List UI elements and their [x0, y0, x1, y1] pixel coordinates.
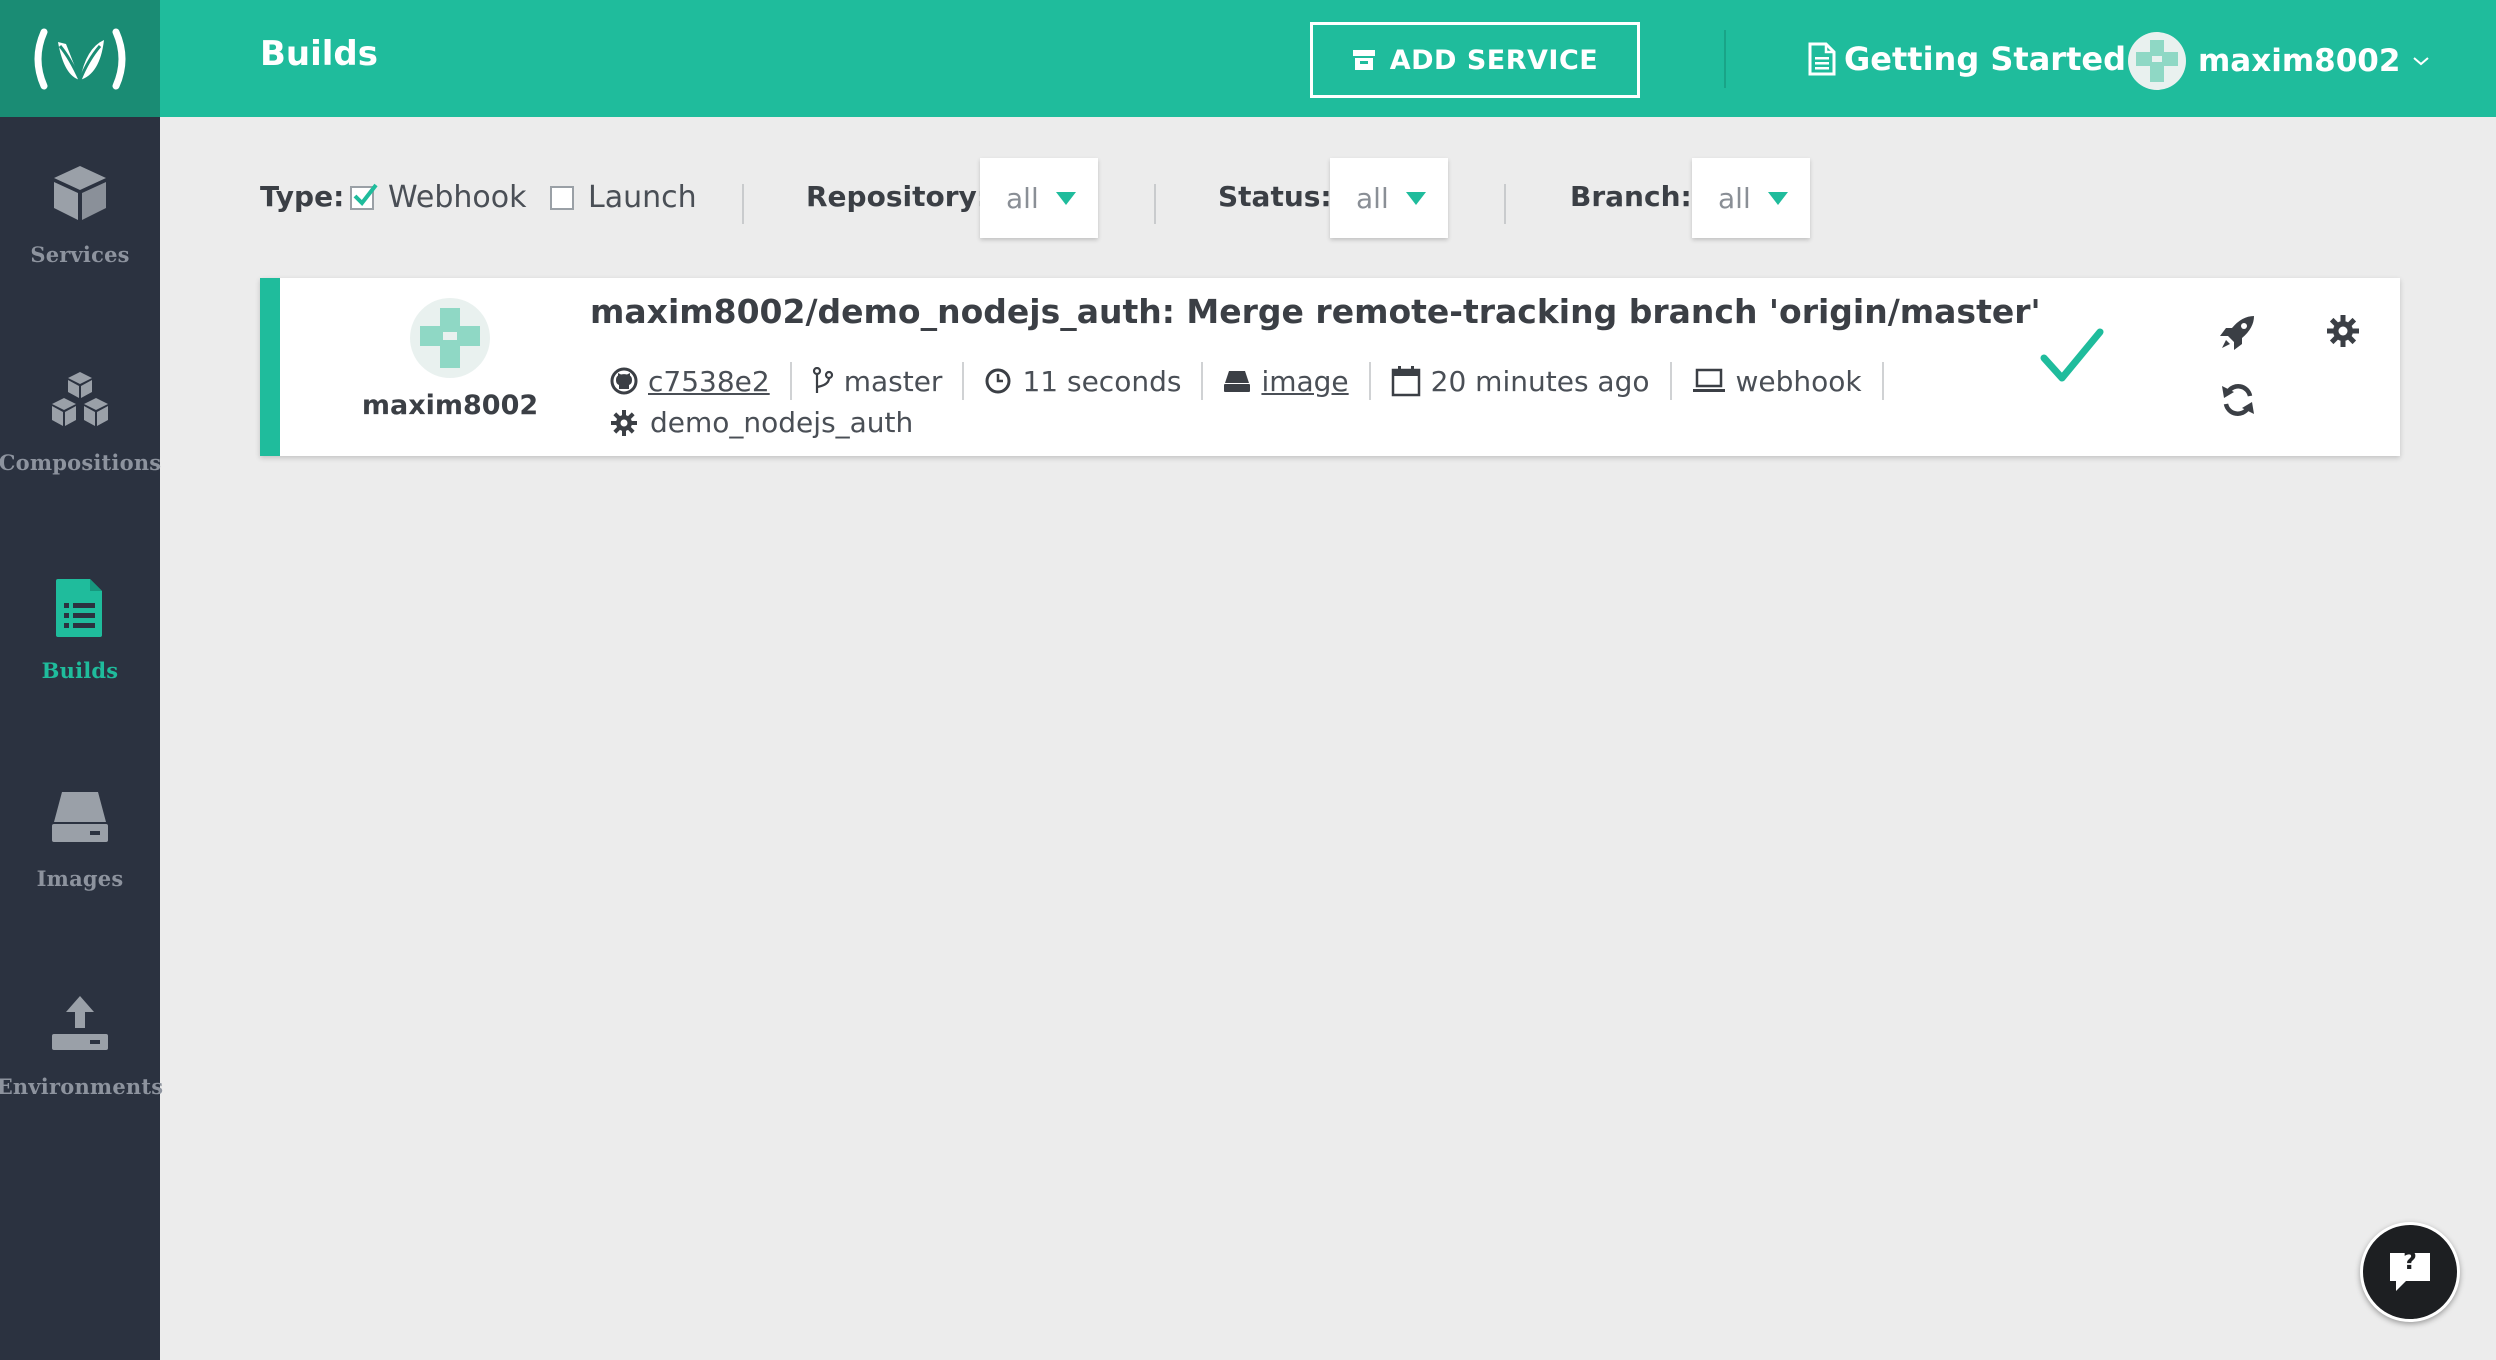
cubes-icon	[48, 368, 112, 432]
cube-icon	[48, 160, 112, 224]
branch-name: master	[843, 364, 943, 398]
caret-down-icon	[1406, 191, 1426, 205]
sidebar-item-builds[interactable]: Builds	[0, 546, 160, 716]
branch-item: master	[792, 362, 965, 400]
gear-icon[interactable]	[2326, 314, 2360, 348]
gear-icon	[611, 409, 637, 436]
add-service-button[interactable]: ADD SERVICE	[1310, 22, 1640, 98]
user-menu[interactable]: maxim8002	[2128, 32, 2430, 90]
commit-link[interactable]: c7538e2	[648, 365, 770, 398]
webhook-checkbox[interactable]: Webhook	[350, 180, 527, 215]
sidebar-item-services[interactable]: Services	[0, 130, 160, 300]
duration-item: 11 seconds	[964, 362, 1204, 400]
repository-select-value: all	[1006, 181, 1039, 215]
build-user: maxim8002	[361, 390, 539, 421]
chevron-down-icon	[2413, 57, 2430, 66]
image-link[interactable]: image	[1261, 365, 1348, 398]
upload-icon	[48, 992, 112, 1056]
caret-down-icon	[1768, 191, 1788, 205]
avatar	[2128, 32, 2186, 90]
add-service-label: ADD SERVICE	[1389, 44, 1599, 76]
sidebar-item-label: Services	[30, 242, 130, 267]
filter-divider	[1154, 184, 1156, 224]
codefresh-logo-icon	[34, 28, 126, 89]
build-trigger: webhook	[1735, 364, 1862, 398]
calendar-icon	[1391, 366, 1420, 397]
username: maxim8002	[2198, 43, 2401, 79]
getting-started-label: Getting Started	[1844, 40, 2126, 78]
page-title: Builds	[260, 34, 379, 74]
branch-select[interactable]: all	[1692, 158, 1810, 238]
caret-down-icon	[1056, 191, 1076, 205]
time-item: 20 minutes ago	[1371, 362, 1672, 400]
build-time-ago: 20 minutes ago	[1430, 364, 1650, 398]
build-duration: 11 seconds	[1022, 364, 1182, 398]
commit-item[interactable]: c7538e2	[610, 362, 792, 400]
repository-select[interactable]: all	[980, 158, 1098, 238]
checkbox-box	[550, 185, 574, 210]
checkmark-icon	[353, 183, 378, 206]
service-name: demo_nodejs_auth	[650, 406, 914, 439]
sidebar-item-label: Environments	[0, 1074, 164, 1099]
sidebar-item-label: Images	[36, 866, 124, 891]
github-icon	[610, 367, 638, 395]
file-text-icon	[1808, 42, 1836, 76]
checkbox-box	[350, 183, 378, 210]
document-list-icon	[48, 576, 112, 640]
repository-filter-label: Repository:	[806, 180, 988, 213]
filter-divider	[1504, 184, 1506, 224]
archive-icon	[1352, 50, 1375, 70]
hard-drive-icon	[48, 784, 112, 848]
getting-started-link[interactable]: Getting Started	[1808, 40, 2126, 78]
top-header: Builds ADD SERVICE Getting Started maxim…	[160, 0, 2496, 117]
status-select[interactable]: all	[1330, 158, 1448, 238]
sidebar-item-label: Compositions	[0, 450, 162, 475]
trigger-item: webhook	[1672, 362, 1884, 400]
build-meta: c7538e2 master 11 seconds image 20 minut…	[610, 362, 1884, 400]
service-item: demo_nodejs_auth	[610, 406, 913, 439]
launch-checkbox[interactable]: Launch	[550, 180, 697, 215]
launch-label: Launch	[588, 180, 697, 215]
type-filter-label: Type:	[260, 180, 345, 213]
image-item[interactable]: image	[1203, 362, 1371, 400]
clock-icon	[985, 368, 1011, 394]
sidebar-item-compositions[interactable]: Compositions	[0, 338, 162, 508]
sidebar-item-environments[interactable]: Environments	[0, 962, 164, 1132]
help-label: ?	[2403, 1247, 2417, 1275]
build-title[interactable]: maxim8002/demo_nodejs_auth: Merge remote…	[590, 292, 2041, 331]
status-filter-label: Status:	[1218, 180, 1332, 213]
branch-icon	[812, 367, 833, 393]
laptop-icon	[1692, 368, 1725, 392]
sidebar-item-images[interactable]: Images	[0, 754, 160, 924]
filter-bar: Type: Webhook Launch Repository: all Sta…	[160, 156, 2496, 238]
header-divider	[1724, 30, 1726, 88]
build-row[interactable]: maxim8002 maxim8002/demo_nodejs_auth: Me…	[260, 278, 2400, 456]
hard-drive-icon	[1224, 371, 1251, 392]
refresh-icon[interactable]	[2220, 382, 2256, 418]
filter-divider	[742, 184, 744, 224]
sidebar: Services Compositions Builds Images Envi…	[0, 0, 164, 1360]
webhook-label: Webhook	[388, 180, 527, 215]
sidebar-item-label: Builds	[41, 658, 119, 683]
status-select-value: all	[1356, 181, 1389, 215]
help-chat-button[interactable]: ?	[2360, 1222, 2460, 1322]
success-check-icon	[2040, 328, 2104, 382]
branch-select-value: all	[1718, 181, 1751, 215]
branch-filter-label: Branch:	[1570, 180, 1692, 213]
logo[interactable]	[0, 0, 160, 117]
rocket-icon[interactable]	[2218, 314, 2256, 352]
avatar	[410, 298, 490, 378]
